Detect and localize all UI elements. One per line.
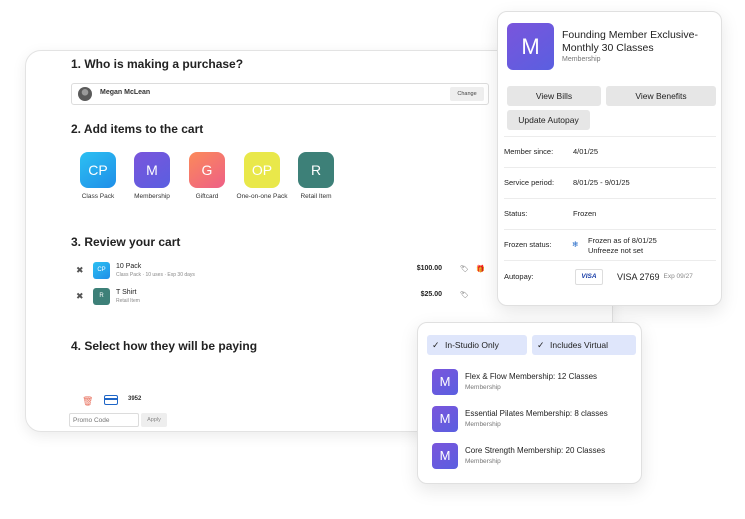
cart-item-price: $100.00 <box>416 265 442 272</box>
cart-item-tile: CP <box>93 262 110 279</box>
cart-item-name: T Shirt <box>116 289 137 296</box>
step4-title: 4. Select how they will be paying <box>71 339 258 353</box>
plan-name: Flex & Flow Membership: 12 Classes <box>465 372 598 381</box>
unfreeze-status: Unfreeze not set <box>588 245 644 255</box>
buyer-selector: Megan McLean Change <box>71 83 489 105</box>
plan-name: Essential Pilates Membership: 8 classes <box>465 409 608 418</box>
member-since-value: 4/01/25 <box>573 147 599 156</box>
in-studio-only-chip[interactable]: ✓ In-Studio Only <box>427 335 527 355</box>
chip-label: In-Studio Only <box>445 340 499 350</box>
membership-type: Membership <box>562 56 601 63</box>
visa-number: VISA 2769 <box>617 271 660 282</box>
remove-icon[interactable]: ✖ <box>76 291 84 302</box>
cart-item-price: $25.00 <box>420 291 442 298</box>
plan-tile: M <box>432 369 458 395</box>
plan-tile: M <box>432 443 458 469</box>
plan-list-item[interactable]: M Core Strength Membership: 20 Classes M… <box>432 443 632 471</box>
visa-expiry: Exp 09/27 <box>663 273 693 280</box>
snowflake-icon: ❄ <box>572 240 579 249</box>
giftcard-tile: G <box>189 152 225 188</box>
plan-list-item[interactable]: M Essential Pilates Membership: 8 classe… <box>432 406 632 434</box>
autopay-label: Autopay: <box>504 272 534 281</box>
buyer-name: Megan McLean <box>100 89 151 96</box>
service-period-value: 8/01/25 - 9/01/25 <box>573 178 630 187</box>
membership-filter-card: ✓ In-Studio Only ✓ Includes Virtual M Fl… <box>417 322 642 484</box>
avatar <box>78 87 92 101</box>
cart-item-name: 10 Pack <box>116 263 142 270</box>
frozen-date: Frozen as of 8/01/25 <box>588 236 657 245</box>
update-autopay-button[interactable]: Update Autopay <box>507 110 590 130</box>
add-item-label: Giftcard <box>195 193 219 200</box>
credit-card-icon[interactable] <box>104 395 118 405</box>
apply-promo-button[interactable]: Apply <box>141 413 167 427</box>
plan-tile: M <box>432 406 458 432</box>
autopay-card: VISA 2769 Exp 09/27 <box>617 261 693 292</box>
add-class-pack-button[interactable]: CP Class Pack <box>70 152 126 201</box>
membership-tile: M <box>507 23 554 70</box>
add-item-label: One-on-one Pack <box>236 193 288 200</box>
cart-item-tile: R <box>93 288 110 305</box>
plan-type: Membership <box>465 421 501 428</box>
plan-list-item[interactable]: M Flex & Flow Membership: 12 Classes Mem… <box>432 369 632 397</box>
class-pack-tile: CP <box>80 152 116 188</box>
check-icon: ✓ <box>432 340 440 350</box>
membership-title: Founding Member Exclusive- Monthly 30 Cl… <box>562 29 698 54</box>
frozen-status-label: Frozen status: <box>504 240 552 249</box>
add-giftcard-button[interactable]: G Giftcard <box>179 152 235 201</box>
cart-item-details: Class Pack · 10 uses · Exp 30 days <box>116 272 195 278</box>
step1-title: 1. Who is making a purchase? <box>71 57 244 71</box>
step2-title: 2. Add items to the cart <box>71 122 204 136</box>
step3-title: 3. Review your cart <box>71 235 181 249</box>
add-item-label: Retail Item <box>300 193 332 200</box>
check-icon: ✓ <box>537 340 545 350</box>
trash-icon[interactable]: 🗑 <box>82 396 93 407</box>
frozen-status-row: Frozen status: ❄ Frozen as of 8/01/25 Un… <box>504 229 716 259</box>
discount-tag-icon[interactable]: 🏷 <box>460 291 469 299</box>
plan-type: Membership <box>465 384 501 391</box>
membership-detail-card: M Founding Member Exclusive- Monthly 30 … <box>497 11 722 306</box>
member-since-label: Member since: <box>504 147 554 156</box>
view-benefits-button[interactable]: View Benefits <box>606 86 716 106</box>
add-retail-item-button[interactable]: R Retail Item <box>288 152 344 201</box>
service-period-label: Service period: <box>504 178 555 187</box>
retail-item-tile: R <box>298 152 334 188</box>
frozen-status-value: Frozen as of 8/01/25 Unfreeze not set <box>588 236 657 255</box>
service-period-row: Service period: 8/01/25 - 9/01/25 <box>504 167 716 197</box>
change-buyer-button[interactable]: Change <box>450 87 484 101</box>
gift-icon[interactable]: 🎁 <box>476 265 485 273</box>
one-on-one-pack-tile: OP <box>244 152 280 188</box>
status-label: Status: <box>504 209 528 218</box>
remove-icon[interactable]: ✖ <box>76 265 84 276</box>
card-last-four: 3952 <box>128 396 142 402</box>
includes-virtual-chip[interactable]: ✓ Includes Virtual <box>532 335 636 355</box>
add-item-label: Class Pack <box>81 193 115 200</box>
add-membership-button[interactable]: M Membership <box>124 152 180 201</box>
cart-row: ✖ R T Shirt Retail Item $25.00 🏷 <box>76 288 496 308</box>
add-item-label: Membership <box>134 193 170 200</box>
membership-tile: M <box>134 152 170 188</box>
autopay-row: Autopay: VISA VISA 2769 Exp 09/27 <box>504 260 716 292</box>
add-one-on-one-pack-button[interactable]: OP One-on-one Pack <box>234 152 290 201</box>
cart-item-details: Retail Item <box>116 298 140 304</box>
discount-tag-icon[interactable]: 🏷 <box>460 265 469 273</box>
cart-row: ✖ CP 10 Pack Class Pack · 10 uses · Exp … <box>76 262 496 282</box>
plan-name: Core Strength Membership: 20 Classes <box>465 446 606 455</box>
status-value: Frozen <box>573 209 597 218</box>
status-row: Status: Frozen <box>504 198 716 228</box>
chip-label: Includes Virtual <box>550 340 608 350</box>
member-since-row: Member since: 4/01/25 <box>504 136 716 166</box>
visa-icon: VISA <box>575 269 603 285</box>
plan-type: Membership <box>465 458 501 465</box>
view-bills-button[interactable]: View Bills <box>507 86 601 106</box>
promo-code-input[interactable] <box>69 413 139 427</box>
